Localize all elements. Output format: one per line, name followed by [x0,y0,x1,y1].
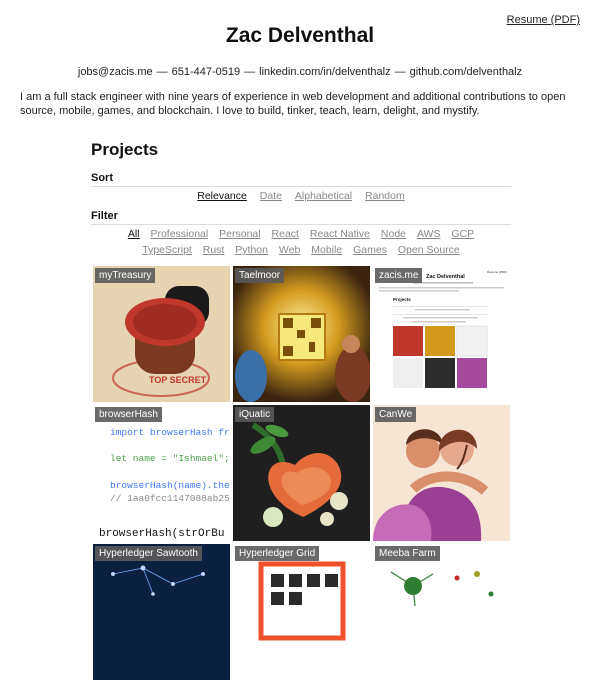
linkedin-link[interactable]: linkedin.com/in/delventhalz [259,66,390,78]
grid-logo-image [233,544,370,680]
project-title: myTreasury [95,268,156,283]
filter-all[interactable]: All [128,228,140,240]
sort-options: Relevance Date Alphabetical Random [91,190,511,202]
sort-random[interactable]: Random [365,190,405,202]
projects-heading: Projects [91,140,159,159]
project-grid: myTreasury TOP SECRET Taelmoor zacis.me … [93,266,510,680]
filter-options-row1: All Professional Personal React React Na… [91,228,511,240]
sort-date[interactable]: Date [260,190,282,202]
filter-react[interactable]: React [272,228,299,240]
code-line: // 1aa0fcc1147088ab25 [110,493,230,504]
filter-aws[interactable]: AWS [417,228,441,240]
sort-alphabetical[interactable]: Alphabetical [295,190,352,202]
github-link[interactable]: github.com/delventhalz [410,66,523,78]
code-line: import browserHash fr [110,427,230,438]
mini-title: Zac Delventhal [426,274,465,280]
filter-gcp[interactable]: GCP [451,228,474,240]
filter-web[interactable]: Web [279,244,300,256]
project-title: zacis.me [375,268,423,283]
divider [91,186,511,187]
stamp-text: TOP SECRET [149,375,207,385]
filter-open-source[interactable]: Open Source [398,244,460,256]
separator: — [394,66,406,78]
code-line: let name = "Ishmael"; [110,453,230,464]
project-title: iQuatic [235,407,275,422]
shrimp-dish-image [233,405,370,541]
project-tile-iquatic[interactable]: iQuatic [233,405,370,541]
divider [91,224,511,225]
contact-line: jobs@zacis.me —651-447-0519— linkedin.com/… [0,66,600,78]
separator: — [156,66,168,78]
page-title: Zac Delventhal [225,24,375,47]
filter-typescript[interactable]: TypeScript [142,244,192,256]
project-tile-browserhash[interactable]: browserHash import browserHash fr let na… [93,405,230,541]
mini-resume: Resume (PDF) [487,270,507,274]
filter-mobile[interactable]: Mobile [311,244,342,256]
network-graph-image [93,544,230,680]
separator: — [244,66,256,78]
mini-section: Projects [393,297,411,302]
hugging-illustration-image [373,405,510,541]
project-title: Meeba Farm [375,546,440,561]
intro-paragraph: I am a full stack engineer with nine yea… [20,91,566,117]
sort-relevance[interactable]: Relevance [197,190,247,202]
email-link[interactable]: jobs@zacis.me [78,66,153,78]
phone-link[interactable]: 651-447-0519 [172,66,241,78]
project-title: CanWe [375,407,417,422]
stamp-image: TOP SECRET [93,266,230,402]
filter-rust[interactable]: Rust [203,244,225,256]
code-line: browserHash(strOrBu [99,528,224,540]
project-tile-taelmoor[interactable]: Taelmoor [233,266,370,402]
filter-react-native[interactable]: React Native [310,228,370,240]
project-title: Hyperledger Grid [235,546,320,561]
website-screenshot-image: Zac Delventhal Resume (PDF) Projects [373,266,510,402]
project-title: browserHash [95,407,162,422]
project-tile-hyperledger-grid[interactable]: Hyperledger Grid [233,544,370,680]
fantasy-art-image [233,266,370,402]
filter-heading: Filter [91,210,118,222]
cells-illustration-image [373,544,510,680]
filter-personal[interactable]: Personal [219,228,260,240]
project-tile-zacisme[interactable]: zacis.me Zac Delventhal Resume (PDF) Pro… [373,266,510,402]
filter-options-row2: TypeScript Rust Python Web Mobile Games … [91,244,511,256]
sort-heading: Sort [91,172,113,184]
code-line: browserHash(name).the [110,480,230,491]
project-tile-mytreasury[interactable]: myTreasury TOP SECRET [93,266,230,402]
project-tile-hyperledger-sawtooth[interactable]: Hyperledger Sawtooth [93,544,230,680]
filter-python[interactable]: Python [235,244,268,256]
project-title: Hyperledger Sawtooth [95,546,202,561]
filter-node[interactable]: Node [381,228,406,240]
project-tile-canwe[interactable]: CanWe [373,405,510,541]
project-tile-meeba-farm[interactable]: Meeba Farm [373,544,510,680]
filter-games[interactable]: Games [353,244,387,256]
filter-professional[interactable]: Professional [150,228,208,240]
project-title: Taelmoor [235,268,285,283]
code-screenshot-image: import browserHash fr let name = "Ishmae… [93,405,230,541]
